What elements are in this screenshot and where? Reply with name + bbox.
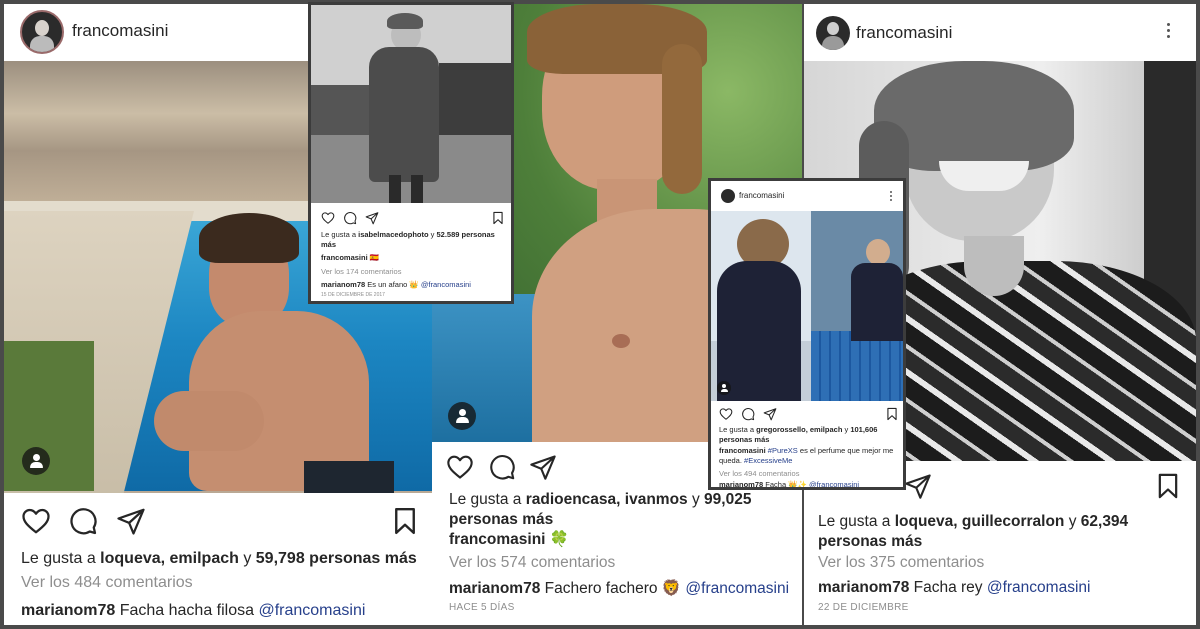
view-comments-link[interactable]: Ver los 574 comentarios <box>449 554 615 572</box>
comment: marianom78 Facha rey @francomasini <box>818 579 1090 597</box>
likes-prefix: Le gusta a <box>818 513 895 530</box>
caption-hashtag[interactable]: #ExcessiveMe <box>744 456 792 465</box>
bookmark-icon[interactable] <box>885 407 899 421</box>
caption-user[interactable]: francomasini <box>719 446 766 455</box>
likes-names[interactable]: loqueva, emilpach <box>100 550 239 567</box>
likes-names[interactable]: loqueva, guillecorralon <box>895 513 1065 530</box>
avatar[interactable] <box>721 189 735 203</box>
view-comments-link[interactable]: Ver los 484 comentarios <box>21 574 193 592</box>
likes-mid: y <box>687 491 705 508</box>
avatar[interactable] <box>816 16 850 50</box>
caption: francomasini 🇪🇸 <box>321 253 379 262</box>
view-comments-link[interactable]: Ver los 494 comentarios <box>719 469 799 478</box>
post-username[interactable]: francomasini <box>739 191 784 200</box>
comment: marianom78 Es un afano 👑 @francomasini <box>321 280 471 289</box>
caption-user[interactable]: francomasini <box>321 253 368 262</box>
caption-hashtag[interactable]: #PureXS <box>768 446 798 455</box>
comment-icon[interactable] <box>488 453 516 481</box>
comment-user[interactable]: marianom78 <box>449 580 540 597</box>
comment-icon[interactable] <box>68 506 98 536</box>
comment-text: Facha hacha filosa <box>115 602 259 619</box>
comment-text: Es un afano 👑 <box>365 280 421 289</box>
likes-text: Le gusta a isabelmacedophoto y 52.589 pe… <box>321 230 507 250</box>
post-photo[interactable] <box>311 5 511 203</box>
likes-text: Le gusta a loqueva, guillecorralon y 62,… <box>818 512 1194 552</box>
comment-mention[interactable]: @francomasini <box>987 579 1091 596</box>
comment-user[interactable]: marianom78 <box>818 579 909 596</box>
share-icon[interactable] <box>529 453 557 481</box>
comment-text: Facha rey <box>909 579 987 596</box>
caption: francomasini 🍀 <box>449 530 569 549</box>
share-icon[interactable] <box>904 472 932 500</box>
likes-mid: y <box>1064 513 1081 530</box>
view-comments-link[interactable]: Ver los 375 comentarios <box>818 554 984 572</box>
share-icon[interactable] <box>116 506 146 536</box>
heart-icon[interactable] <box>321 211 335 225</box>
likes-mid: y <box>238 550 256 567</box>
post-date: 15 DE DICIEMBRE DE 2017 <box>321 292 385 298</box>
comment-icon[interactable] <box>741 407 755 421</box>
comment-user[interactable]: marianom78 <box>321 280 365 289</box>
likes-prefix: Le gusta a <box>719 425 757 434</box>
bookmark-icon[interactable] <box>390 506 420 536</box>
caption-emoji: 🇪🇸 <box>369 253 380 262</box>
caption: francomasini #PureXS es el perfume que m… <box>719 446 901 466</box>
comment-mention[interactable]: @francomasini <box>258 602 365 619</box>
likes-text: Le gusta a loqueva, emilpach y 59,798 pe… <box>21 550 417 568</box>
heart-icon[interactable] <box>446 453 474 481</box>
caption-emoji: 🍀 <box>549 531 570 548</box>
post-date: 22 DE DICIEMBRE <box>818 602 909 613</box>
comment: marianom78 Facha hacha filosa @francomas… <box>21 602 365 620</box>
likes-names[interactable]: radioencasa, ivanmos <box>526 491 688 508</box>
likes-text: Le gusta a gregorossello, emilpach y 101… <box>719 425 901 445</box>
comment-mention[interactable]: @francomasini <box>685 580 789 597</box>
post-card-4: francomasini Le gusta a gregorossello, e… <box>708 178 906 490</box>
more-options-icon[interactable] <box>889 191 893 203</box>
comment-icon[interactable] <box>343 211 357 225</box>
comment-text: Facha 👑✨ <box>763 480 809 489</box>
tagged-user-icon[interactable] <box>448 402 476 430</box>
post-date: HACE 5 DÍAS <box>449 602 515 613</box>
view-comments-link[interactable]: Ver los 174 comentarios <box>321 267 401 276</box>
heart-icon[interactable] <box>21 506 51 536</box>
likes-prefix: Le gusta a <box>21 550 101 567</box>
comment: marianom78 Fachero fachero 🦁 @francomasi… <box>449 579 789 598</box>
comment-user[interactable]: marianom78 <box>21 602 115 619</box>
post-username[interactable]: francomasini <box>856 23 952 43</box>
bookmark-icon[interactable] <box>491 211 505 225</box>
post-photo[interactable] <box>711 211 903 401</box>
tagged-user-icon[interactable] <box>22 447 50 475</box>
likes-text: Le gusta a radioencasa, ivanmos y 99,025… <box>449 490 799 530</box>
more-options-icon[interactable] <box>1164 22 1172 44</box>
caption-user[interactable]: francomasini <box>449 531 545 548</box>
likes-count[interactable]: 59,798 personas más <box>256 550 417 567</box>
share-icon[interactable] <box>365 211 379 225</box>
likes-prefix: Le gusta a <box>321 230 359 239</box>
likes-prefix: Le gusta a <box>449 491 526 508</box>
avatar[interactable] <box>20 10 64 54</box>
comment-mention[interactable]: @francomasini <box>809 480 859 487</box>
comment-mention[interactable]: @francomasini <box>421 280 471 289</box>
tagged-user-icon[interactable] <box>717 381 731 395</box>
heart-icon[interactable] <box>719 407 733 421</box>
comment-user[interactable]: marianom78 <box>719 480 763 487</box>
comment-text: Fachero fachero 🦁 <box>540 580 686 597</box>
likes-names[interactable]: isabelmacedophoto <box>358 230 428 239</box>
likes-names[interactable]: gregorossello, emilpach <box>756 425 842 434</box>
post-card-2: Le gusta a isabelmacedophoto y 52.589 pe… <box>308 2 514 304</box>
post-username[interactable]: francomasini <box>72 21 168 41</box>
bookmark-icon[interactable] <box>1154 472 1182 500</box>
share-icon[interactable] <box>763 407 777 421</box>
comment: marianom78 Facha 👑✨ @francomasini <box>719 480 859 489</box>
